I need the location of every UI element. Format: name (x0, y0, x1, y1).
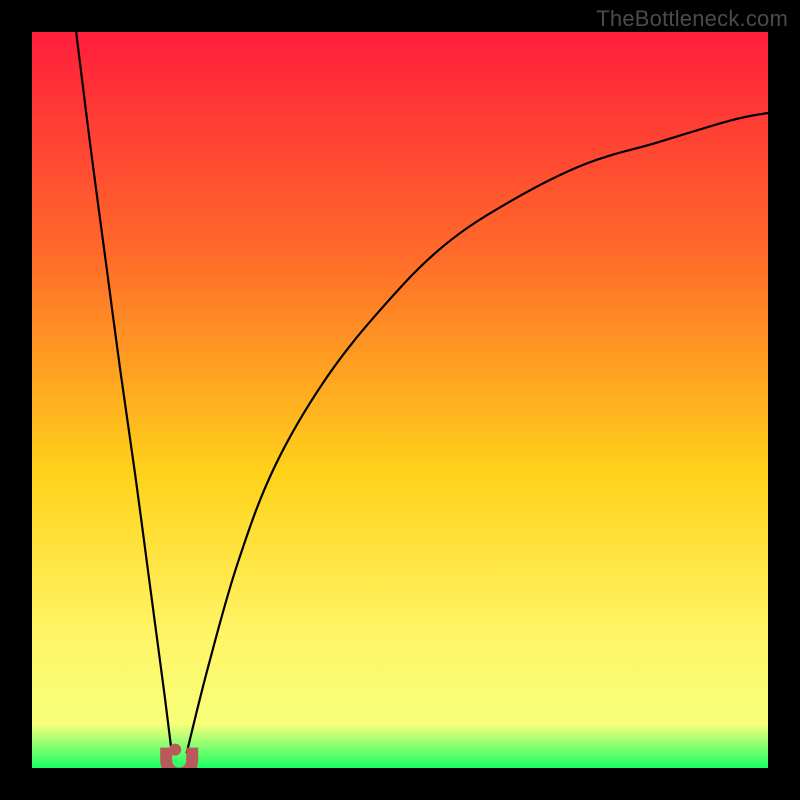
chart-frame: TheBottleneck.com (0, 0, 800, 800)
watermark-text: TheBottleneck.com (596, 6, 788, 32)
bottleneck-chart (32, 32, 768, 768)
marker-dot-icon (169, 744, 181, 756)
plot-area (32, 32, 768, 768)
